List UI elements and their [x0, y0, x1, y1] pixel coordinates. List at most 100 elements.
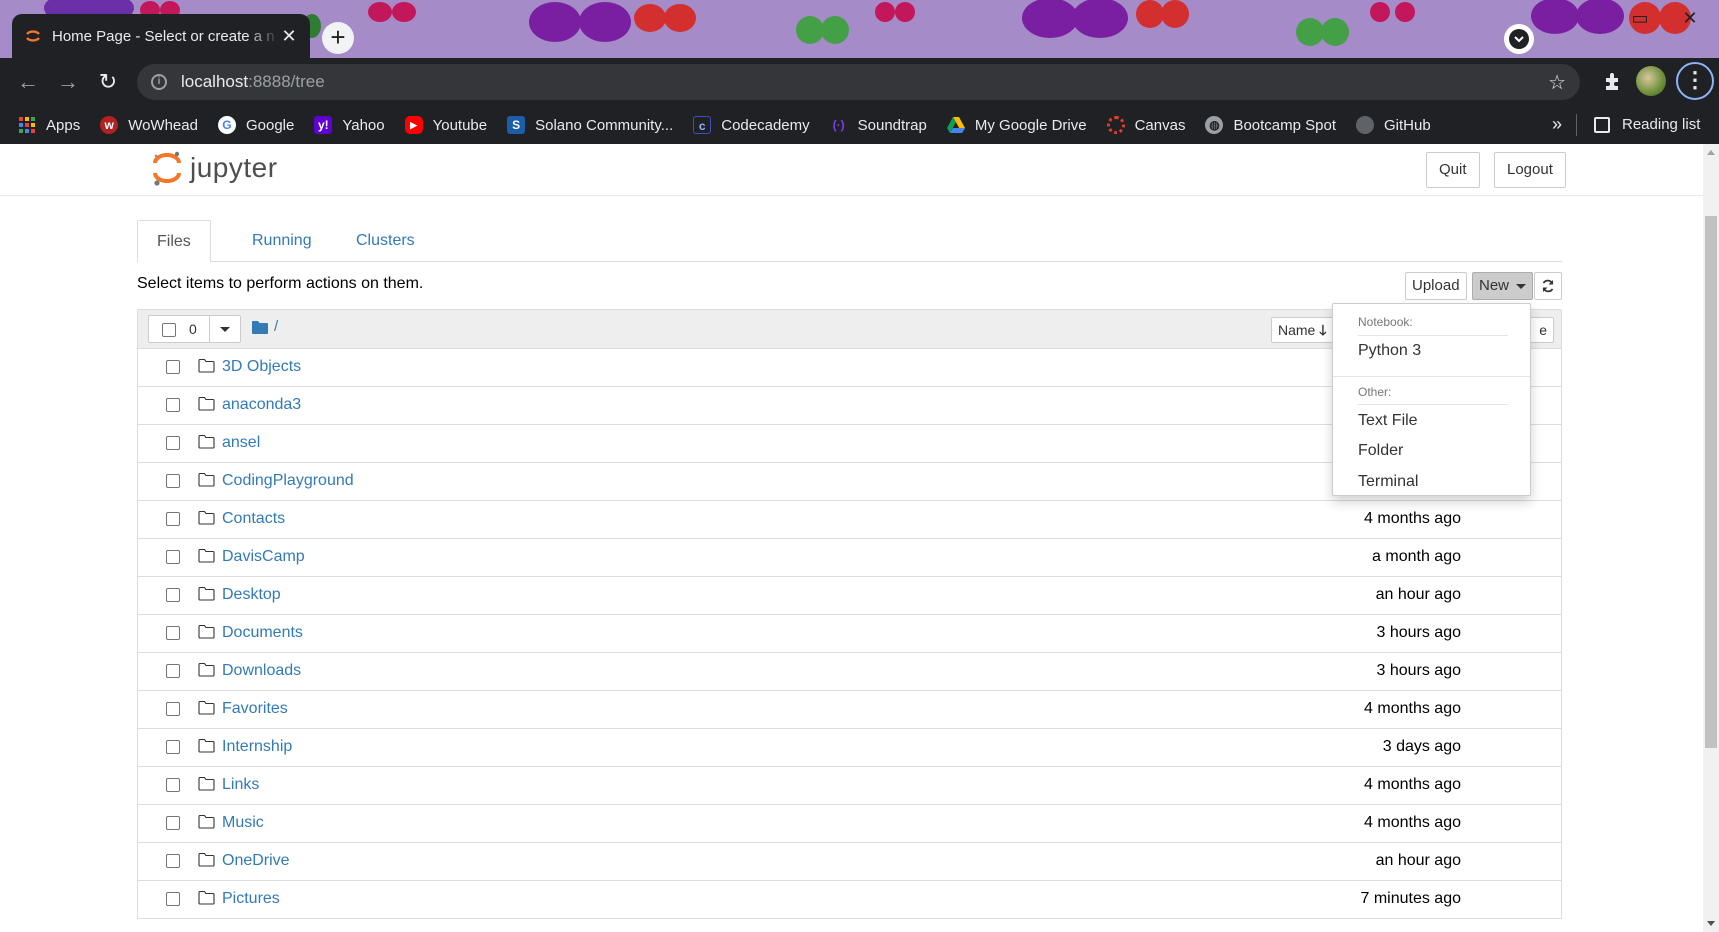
- window-close-icon[interactable]: ✕: [1670, 8, 1710, 32]
- back-arrow-icon[interactable]: ←: [14, 68, 42, 96]
- logout-button[interactable]: Logout: [1494, 152, 1566, 188]
- new-button[interactable]: New: [1472, 272, 1534, 300]
- file-row[interactable]: Links 4 months ago: [137, 767, 1562, 805]
- file-row[interactable]: Documents 3 hours ago: [137, 615, 1562, 653]
- media-control-button[interactable]: [1504, 24, 1534, 54]
- row-checkbox[interactable]: [166, 816, 180, 830]
- sort-by-name-button[interactable]: Name 🡓: [1271, 317, 1334, 343]
- row-checkbox[interactable]: [166, 360, 180, 374]
- profile-avatar[interactable]: [1636, 66, 1666, 96]
- file-name-link[interactable]: anaconda3: [222, 396, 301, 414]
- file-name-link[interactable]: Favorites: [222, 700, 288, 718]
- extensions-puzzle-icon[interactable]: [1602, 70, 1624, 92]
- file-name-link[interactable]: Desktop: [222, 586, 281, 604]
- row-checkbox[interactable]: [166, 398, 180, 412]
- menu-item-python3[interactable]: Python 3: [1358, 342, 1421, 360]
- row-checkbox[interactable]: [166, 550, 180, 564]
- row-checkbox[interactable]: [166, 854, 180, 868]
- bookmark-google[interactable]: G Google: [217, 116, 294, 134]
- select-menu-dropdown[interactable]: [209, 315, 241, 343]
- file-name-link[interactable]: Contacts: [222, 510, 285, 528]
- bookmark-wowhead[interactable]: w WoWhead: [100, 116, 198, 134]
- breadcrumb[interactable]: /: [252, 318, 278, 335]
- page-scrollbar[interactable]: [1703, 144, 1719, 932]
- forward-arrow-icon[interactable]: →: [54, 68, 82, 96]
- bookmark-solano[interactable]: S Solano Community...: [507, 116, 673, 134]
- caret-down-icon: [1516, 283, 1527, 289]
- file-row[interactable]: Music 4 months ago: [137, 805, 1562, 843]
- file-name-link[interactable]: 3D Objects: [222, 358, 301, 376]
- tab-files[interactable]: Files: [137, 220, 211, 263]
- file-row[interactable]: Contacts 4 months ago: [137, 501, 1562, 539]
- file-name-link[interactable]: Downloads: [222, 662, 301, 680]
- file-row[interactable]: Pictures 7 minutes ago: [137, 881, 1562, 919]
- address-bar[interactable]: i localhost:8888/tree ☆: [137, 64, 1580, 100]
- file-name-link[interactable]: Internship: [222, 738, 292, 756]
- bookmark-google-drive[interactable]: My Google Drive: [946, 116, 1087, 134]
- file-row[interactable]: DavisCamp a month ago: [137, 539, 1562, 577]
- file-row[interactable]: Desktop an hour ago: [137, 577, 1562, 615]
- more-bookmarks-chevron-icon[interactable]: »: [1552, 114, 1562, 135]
- site-info-icon[interactable]: i: [151, 74, 167, 90]
- select-all-box[interactable]: 0: [148, 315, 210, 343]
- file-row[interactable]: Downloads 3 hours ago: [137, 653, 1562, 691]
- refresh-button[interactable]: [1534, 272, 1562, 300]
- file-row[interactable]: OneDrive an hour ago: [137, 843, 1562, 881]
- file-name-link[interactable]: Links: [222, 776, 259, 794]
- jupyter-logo[interactable]: jupyter: [152, 150, 278, 186]
- bookmark-label: WoWhead: [128, 116, 198, 134]
- bookmark-codecademy[interactable]: c Codecademy: [693, 116, 810, 134]
- file-row[interactable]: Favorites 4 months ago: [137, 691, 1562, 729]
- tab-clusters[interactable]: Clusters: [337, 220, 434, 262]
- row-checkbox[interactable]: [166, 664, 180, 678]
- scroll-up-arrow-icon[interactable]: [1707, 150, 1715, 155]
- menu-item-folder[interactable]: Folder: [1358, 442, 1403, 460]
- jupyter-favicon-icon: [26, 30, 40, 42]
- row-checkbox[interactable]: [166, 474, 180, 488]
- bookmark-label: Yahoo: [342, 116, 385, 134]
- breadcrumb-root[interactable]: /: [274, 318, 278, 335]
- notebook-section-header: Notebook:: [1358, 315, 1413, 329]
- file-name-link[interactable]: ansel: [222, 434, 260, 452]
- row-checkbox[interactable]: [166, 892, 180, 906]
- bookmark-bootcamp-spot[interactable]: ◍ Bootcamp Spot: [1205, 116, 1336, 134]
- file-name-link[interactable]: Pictures: [222, 890, 280, 908]
- refresh-icon: [1542, 279, 1554, 293]
- file-name-link[interactable]: DavisCamp: [222, 548, 305, 566]
- file-name-link[interactable]: OneDrive: [222, 852, 290, 870]
- row-checkbox[interactable]: [166, 626, 180, 640]
- quit-button[interactable]: Quit: [1426, 152, 1480, 188]
- reload-icon[interactable]: ↻: [94, 68, 122, 96]
- reading-list-button[interactable]: Reading list: [1594, 116, 1700, 133]
- upload-button[interactable]: Upload: [1405, 272, 1467, 300]
- bookmark-soundtrap[interactable]: (·) Soundtrap: [830, 116, 927, 134]
- file-name-link[interactable]: CodingPlayground: [222, 472, 354, 490]
- browser-menu-icon[interactable]: ⋮: [1676, 62, 1714, 100]
- file-name-link[interactable]: Music: [222, 814, 264, 832]
- row-checkbox[interactable]: [166, 436, 180, 450]
- bookmark-canvas[interactable]: Canvas: [1106, 116, 1185, 134]
- row-checkbox[interactable]: [166, 740, 180, 754]
- bookmark-apps[interactable]: Apps: [18, 116, 80, 134]
- tab-close-icon[interactable]: ✕: [280, 27, 298, 45]
- file-name-link[interactable]: Documents: [222, 624, 303, 642]
- bookmark-star-icon[interactable]: ☆: [1548, 70, 1566, 95]
- window-restore-icon[interactable]: ▭: [1620, 8, 1660, 32]
- bookmark-youtube[interactable]: ▶ Youtube: [404, 116, 487, 134]
- tab-running[interactable]: Running: [233, 220, 331, 262]
- scroll-down-arrow-icon[interactable]: [1707, 921, 1715, 926]
- new-tab-button[interactable]: +: [322, 22, 354, 54]
- menu-item-terminal[interactable]: Terminal: [1358, 473, 1418, 491]
- row-checkbox[interactable]: [166, 702, 180, 716]
- scrollbar-thumb[interactable]: [1705, 216, 1717, 748]
- browser-tab-active[interactable]: Home Page - Select or create a n ✕: [12, 14, 310, 58]
- menu-item-text-file[interactable]: Text File: [1358, 412, 1418, 430]
- select-all-checkbox[interactable]: [162, 323, 176, 337]
- bookmark-github[interactable]: GitHub: [1356, 116, 1431, 134]
- row-checkbox[interactable]: [166, 512, 180, 526]
- row-checkbox[interactable]: [166, 588, 180, 602]
- soundtrap-icon: (·): [832, 118, 845, 132]
- row-checkbox[interactable]: [166, 778, 180, 792]
- bookmark-yahoo[interactable]: y! Yahoo: [314, 116, 385, 134]
- file-row[interactable]: Internship 3 days ago: [137, 729, 1562, 767]
